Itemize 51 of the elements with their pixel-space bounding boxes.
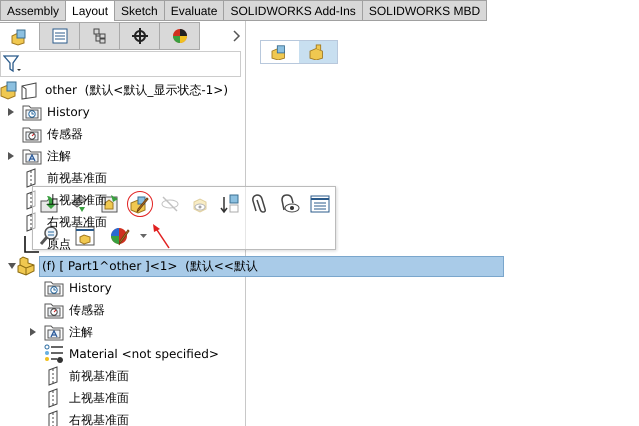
ribbon-tab[interactable]: Evaluate	[164, 0, 224, 21]
material-icon	[44, 344, 64, 364]
tree-item[interactable]: other (默认<默认_显示状态-1>)	[43, 80, 230, 100]
tree-item[interactable]: 前视基准面	[67, 366, 131, 386]
ribbon-tab[interactable]: SOLIDWORKS Add-Ins	[224, 0, 363, 21]
ribbon-tab[interactable]: Layout	[66, 0, 116, 21]
tree-item[interactable]: 注解	[67, 322, 95, 342]
config-tab[interactable]	[80, 22, 120, 50]
chevron-right-icon[interactable]	[233, 30, 241, 42]
collapse-arrow-icon[interactable]	[8, 263, 16, 269]
clock-folder-icon	[22, 103, 42, 121]
part-breadcrumb[interactable]	[299, 41, 337, 63]
expand-arrow-icon[interactable]	[30, 328, 36, 336]
tree-item[interactable]: 上视基准面	[67, 388, 131, 408]
tree-item[interactable]: 前视基准面	[45, 168, 109, 188]
dimxpert-tab[interactable]	[120, 22, 160, 50]
letter-a-folder-icon	[44, 323, 64, 341]
gauge-folder-icon	[22, 125, 42, 143]
feature-tree-tab[interactable]	[0, 22, 40, 50]
gauge-folder-icon	[44, 301, 64, 319]
part-icon	[16, 256, 36, 276]
down-arrow-cube-icon	[219, 193, 241, 215]
display-tab[interactable]	[160, 22, 200, 50]
tree-item[interactable]: (f) [ Part1^other ]<1> (默认<<默认	[39, 256, 504, 276]
tree-item[interactable]: History	[45, 104, 92, 120]
color-pencil-icon	[109, 225, 131, 247]
list-window-icon	[309, 193, 331, 215]
tree-item[interactable]: 注解	[45, 146, 73, 166]
tree-item[interactable]: History	[67, 280, 114, 296]
tree-item[interactable]: 原点	[45, 234, 73, 254]
tree-item[interactable]: 传感器	[67, 300, 107, 320]
edit-part-tool[interactable]	[127, 191, 153, 217]
tree-item[interactable]: 右视基准面	[67, 410, 131, 426]
filter-icon[interactable]	[3, 54, 23, 74]
pointer-arrow	[152, 224, 172, 250]
property-tab[interactable]	[40, 22, 80, 50]
list-icon	[50, 27, 70, 45]
tree-item[interactable]: 传感器	[45, 124, 85, 144]
clock-folder-icon	[44, 279, 64, 297]
dropdown-caret-icon[interactable]	[140, 234, 147, 238]
letter-a-folder-icon	[22, 147, 42, 165]
ribbon-tab[interactable]: SOLIDWORKS MBD	[362, 0, 488, 21]
ribbon-tab[interactable]: Assembly	[0, 0, 66, 21]
ribbon-tab[interactable]: Sketch	[115, 0, 165, 21]
tree-item[interactable]: Material <not specified>	[67, 346, 221, 362]
tree-item[interactable]: 右视基准面	[45, 212, 109, 232]
crosshair-icon	[130, 27, 150, 45]
paperclip-eye-icon	[279, 193, 301, 215]
origin-icon	[22, 234, 42, 254]
expand-arrow-icon[interactable]	[8, 108, 14, 116]
expand-arrow-icon[interactable]	[8, 152, 14, 160]
